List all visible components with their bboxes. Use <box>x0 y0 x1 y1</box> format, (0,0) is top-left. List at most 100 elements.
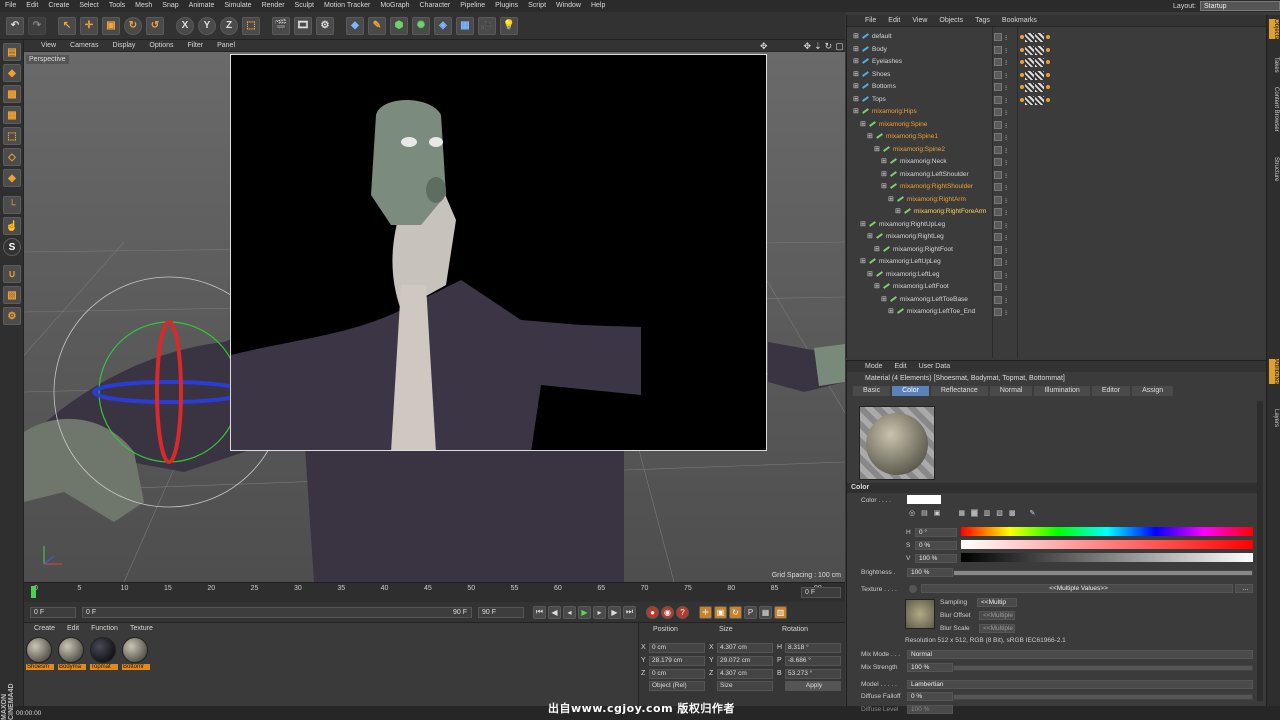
render-dots-icon[interactable]: ⁝ <box>1005 308 1007 321</box>
array-icon[interactable]: ✺ <box>412 16 430 35</box>
material-menu-function[interactable]: Function <box>85 623 124 635</box>
menu-character[interactable]: Character <box>415 0 456 12</box>
move-tool-icon[interactable]: ✛ <box>80 16 98 35</box>
material-item[interactable]: Topmat <box>90 637 118 670</box>
visibility-icon[interactable] <box>994 33 1002 41</box>
object-row[interactable]: ⊞ mixamorig:Spine ⁝ <box>847 119 1266 132</box>
expand-icon[interactable]: ⊞ <box>874 281 880 294</box>
deformer-icon[interactable]: ◈ <box>434 16 452 35</box>
spectrum-icon[interactable]: ▤ <box>921 509 928 517</box>
x-axis-lock-icon[interactable]: X <box>176 16 194 35</box>
menu-select[interactable]: Select <box>74 0 103 12</box>
cube-primitive-icon[interactable]: ◆ <box>346 16 364 35</box>
end-frame-field[interactable]: 90 F <box>478 606 524 618</box>
position-field[interactable]: 0 cm <box>649 642 705 653</box>
go-to-start-icon[interactable]: ⏮ <box>533 605 546 619</box>
expand-icon[interactable]: ⊞ <box>860 219 866 232</box>
side-tab-structure[interactable]: Structure <box>1269 157 1279 181</box>
menu-mesh[interactable]: Mesh <box>130 0 157 12</box>
menu-tools[interactable]: Tools <box>104 0 130 12</box>
pen-spline-icon[interactable]: ✎ <box>368 16 386 35</box>
object-menu-edit[interactable]: Edit <box>882 15 906 27</box>
expand-icon[interactable]: ⊞ <box>853 31 859 44</box>
visibility-icon[interactable] <box>994 283 1002 291</box>
object-row[interactable]: ⊞ mixamorig:LeftShoulder ⁝ <box>847 169 1266 182</box>
uvw-tag-icon[interactable] <box>1025 83 1034 92</box>
visibility-icon[interactable] <box>994 233 1002 241</box>
viewport-menu-display[interactable]: Display <box>105 40 142 52</box>
start-frame-field[interactable]: 0 F <box>30 606 76 618</box>
diffuse-falloff-field[interactable]: 0 % <box>907 692 953 701</box>
recent-tool-icon[interactable]: ↺ <box>146 16 164 35</box>
hsv-icon[interactable]: ▦ <box>970 509 978 517</box>
diffuse-level-field[interactable]: 100 % <box>907 705 953 714</box>
visibility-icon[interactable] <box>994 308 1002 316</box>
size-mode-select[interactable]: Size <box>717 681 773 691</box>
tab-normal[interactable]: Normal <box>989 386 1033 396</box>
coordinate-mode-select[interactable]: Object (Rel) <box>649 681 705 691</box>
expand-icon[interactable]: ⊞ <box>867 231 873 244</box>
weight-tag-icon[interactable] <box>1046 97 1050 102</box>
tab-illumination[interactable]: Illumination <box>1034 386 1090 396</box>
eyedropper-icon[interactable]: ✎ <box>1029 509 1035 517</box>
viewport-menu-cameras[interactable]: Cameras <box>63 40 105 52</box>
menu-file[interactable]: File <box>0 0 21 12</box>
object-row[interactable]: ⊞ mixamorig:RightLeg ⁝ <box>847 231 1266 244</box>
visibility-icon[interactable] <box>994 83 1002 91</box>
floor-icon[interactable]: ▦ <box>456 16 474 35</box>
apply-button[interactable]: Apply <box>785 681 841 691</box>
expand-icon[interactable]: ⊞ <box>860 119 866 132</box>
visibility-icon[interactable] <box>994 45 1002 54</box>
texture-mode-icon[interactable]: ▩ <box>3 85 21 103</box>
weight-tag-icon[interactable] <box>1046 85 1050 89</box>
viewport-focus-icon[interactable]: ✥ <box>760 41 768 52</box>
side-tab-attributes[interactable]: Attributes <box>1269 359 1279 385</box>
model-select[interactable]: Lambertian <box>907 680 1253 689</box>
expand-icon[interactable]: ⊞ <box>860 256 866 269</box>
interactive-render-region[interactable] <box>230 54 767 451</box>
next-key-icon[interactable]: ▶ <box>608 605 621 619</box>
visibility-icon[interactable] <box>994 258 1002 266</box>
gear-settings-icon[interactable]: ⚙ <box>3 307 21 325</box>
expand-icon[interactable]: ⊞ <box>874 244 880 257</box>
expand-icon[interactable]: ⊞ <box>853 56 859 69</box>
undo-icon[interactable]: ↶ <box>6 16 24 35</box>
visibility-icon[interactable] <box>994 95 1002 104</box>
current-frame-field[interactable]: 0 F <box>801 587 841 598</box>
phong-tag-icon[interactable] <box>1020 85 1024 89</box>
menu-window[interactable]: Window <box>551 0 586 12</box>
rotation-key-icon[interactable]: ↻ <box>729 605 742 619</box>
subdivision-surface-icon[interactable]: ⬢ <box>390 16 408 35</box>
material-menu-edit[interactable]: Edit <box>61 623 85 635</box>
rotation-field[interactable]: 8.318 ° <box>785 642 841 653</box>
size-field[interactable]: 4.307 cm <box>717 668 773 679</box>
expand-icon[interactable]: ⊞ <box>895 206 901 219</box>
render-settings-icon[interactable]: ⚙ <box>316 16 334 35</box>
points-mode-icon[interactable]: ⬚ <box>3 127 21 145</box>
object-row[interactable]: ⊞ mixamorig:RightArm ⁝ <box>847 194 1266 207</box>
mix-mode-select[interactable]: Normal <box>907 650 1253 659</box>
menu-create[interactable]: Create <box>43 0 74 12</box>
object-row[interactable]: ⊞ Eyelashes ⁝ <box>847 56 1266 69</box>
expand-icon[interactable]: ⊞ <box>874 144 880 157</box>
expand-icon[interactable]: ⊞ <box>853 81 859 94</box>
object-row[interactable]: ⊞ mixamorig:LeftFoot ⁝ <box>847 281 1266 294</box>
viewport-menu-options[interactable]: Options <box>142 40 180 52</box>
object-row[interactable]: ⊞ mixamorig:Hips ⁝ <box>847 106 1266 119</box>
expand-icon[interactable]: ⊞ <box>853 94 859 107</box>
rgb-icon[interactable]: ▦ <box>958 509 965 517</box>
brightness-slider[interactable] <box>953 570 1253 576</box>
object-row[interactable]: ⊞ mixamorig:Neck ⁝ <box>847 156 1266 169</box>
diffuse-falloff-slider[interactable] <box>953 694 1253 700</box>
workplane-lock-icon[interactable]: ▧ <box>3 286 21 304</box>
expand-icon[interactable]: ⊞ <box>853 44 859 57</box>
material-menu-create[interactable]: Create <box>28 623 61 635</box>
tab-editor[interactable]: Editor <box>1091 386 1131 396</box>
visibility-icon[interactable] <box>994 170 1002 179</box>
attribute-menu-user-data[interactable]: User Data <box>913 361 957 372</box>
uvw-tag-icon[interactable] <box>1025 70 1034 80</box>
s-field[interactable]: 0 % <box>915 541 957 550</box>
object-row[interactable]: ⊞ mixamorig:RightShoulder ⁝ <box>847 181 1266 194</box>
expand-icon[interactable]: ⊞ <box>867 269 873 282</box>
material-tag-icon[interactable] <box>1035 83 1044 92</box>
